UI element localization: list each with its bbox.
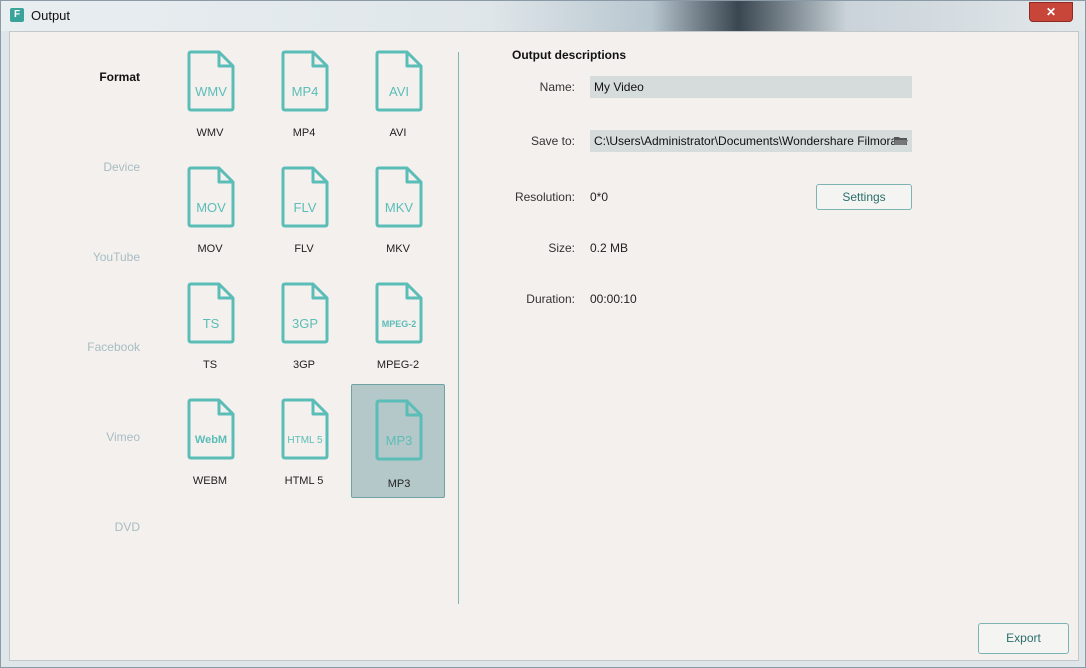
name-label: Name:: [475, 80, 575, 94]
format-label: MKV: [351, 243, 445, 255]
file-mp3-icon: MP3: [375, 399, 423, 461]
format-label: HTML 5: [257, 475, 351, 487]
format-tile-avi[interactable]: AVI AVI: [351, 46, 445, 160]
format-label: MP4: [257, 127, 351, 139]
format-tile-wmv[interactable]: WMV WMV: [163, 46, 257, 160]
file-avi-icon: AVI: [375, 50, 423, 112]
format-label: TS: [163, 359, 257, 371]
format-label: MPEG-2: [351, 359, 445, 371]
svg-text:TS: TS: [203, 316, 220, 331]
svg-text:AVI: AVI: [389, 84, 409, 99]
save-path-field[interactable]: C:\Users\Administrator\Documents\Wonders…: [590, 130, 912, 152]
output-window: F Output ✕ Format Device YouTube Faceboo…: [0, 0, 1086, 668]
file-mp4-icon: MP4: [281, 50, 329, 112]
file-ts-icon: TS: [187, 282, 235, 344]
format-tile-mov[interactable]: MOV MOV: [163, 162, 257, 276]
window-title: Output: [31, 8, 70, 23]
format-label: MOV: [163, 243, 257, 255]
settings-button[interactable]: Settings: [816, 184, 912, 210]
size-label: Size:: [475, 241, 575, 255]
format-tile-webm[interactable]: WebM WEBM: [163, 394, 257, 508]
nav-item-format[interactable]: Format: [10, 70, 140, 84]
nav-item-facebook[interactable]: Facebook: [10, 340, 140, 354]
nav-item-device[interactable]: Device: [10, 160, 140, 174]
format-label: WEBM: [163, 475, 257, 487]
file-mkv-icon: MKV: [375, 166, 423, 228]
format-tile-mpeg2[interactable]: MPEG-2 MPEG-2: [351, 278, 445, 392]
app-logo-icon: F: [10, 8, 24, 22]
format-tile-flv[interactable]: FLV FLV: [257, 162, 351, 276]
format-tile-mp4[interactable]: MP4 MP4: [257, 46, 351, 160]
resolution-value: 0*0: [590, 190, 608, 204]
export-button[interactable]: Export: [978, 623, 1069, 654]
svg-text:WMV: WMV: [195, 84, 227, 99]
file-3gp-icon: 3GP: [281, 282, 329, 344]
file-mpeg2-icon: MPEG-2: [375, 282, 423, 344]
format-tile-3gp[interactable]: 3GP 3GP: [257, 278, 351, 392]
format-label: AVI: [351, 127, 445, 139]
size-value: 0.2 MB: [590, 241, 628, 255]
svg-text:WebM: WebM: [195, 434, 227, 446]
name-input[interactable]: My Video: [590, 76, 912, 98]
svg-text:HTML 5: HTML 5: [287, 435, 323, 446]
svg-text:MP4: MP4: [292, 84, 319, 99]
format-label: WMV: [163, 127, 257, 139]
svg-text:MPEG-2: MPEG-2: [382, 319, 417, 329]
file-html5-icon: HTML 5: [281, 398, 329, 460]
format-label: FLV: [257, 243, 351, 255]
format-label: 3GP: [257, 359, 351, 371]
file-webm-icon: WebM: [187, 398, 235, 460]
svg-text:MKV: MKV: [385, 200, 414, 215]
duration-label: Duration:: [475, 292, 575, 306]
file-flv-icon: FLV: [281, 166, 329, 228]
nav-item-dvd[interactable]: DVD: [10, 520, 140, 534]
nav-item-youtube[interactable]: YouTube: [10, 250, 140, 264]
save-path-value: C:\Users\Administrator\Documents\Wonders…: [594, 134, 897, 148]
section-title: Output descriptions: [512, 48, 626, 62]
svg-text:MOV: MOV: [196, 200, 226, 215]
format-tile-ts[interactable]: TS TS: [163, 278, 257, 392]
save-to-label: Save to:: [475, 134, 575, 148]
nav-item-vimeo[interactable]: Vimeo: [10, 430, 140, 444]
format-tile-html5[interactable]: HTML 5 HTML 5: [257, 394, 351, 508]
file-wmv-icon: WMV: [187, 50, 235, 112]
format-label: MP3: [352, 478, 446, 490]
format-tile-mkv[interactable]: MKV MKV: [351, 162, 445, 276]
format-tile-mp3[interactable]: MP3 MP3: [351, 384, 445, 498]
svg-text:MP3: MP3: [386, 433, 413, 448]
resolution-label: Resolution:: [475, 190, 575, 204]
svg-text:FLV: FLV: [294, 200, 317, 215]
file-mov-icon: MOV: [187, 166, 235, 228]
folder-icon[interactable]: [894, 135, 908, 146]
vertical-divider: [458, 52, 459, 604]
duration-value: 00:00:10: [590, 292, 637, 306]
dialog-content: Format Device YouTube Facebook Vimeo DVD…: [9, 31, 1079, 661]
title-bar[interactable]: F Output ✕: [1, 1, 1085, 31]
svg-text:3GP: 3GP: [292, 316, 318, 331]
close-button[interactable]: ✕: [1029, 2, 1073, 22]
